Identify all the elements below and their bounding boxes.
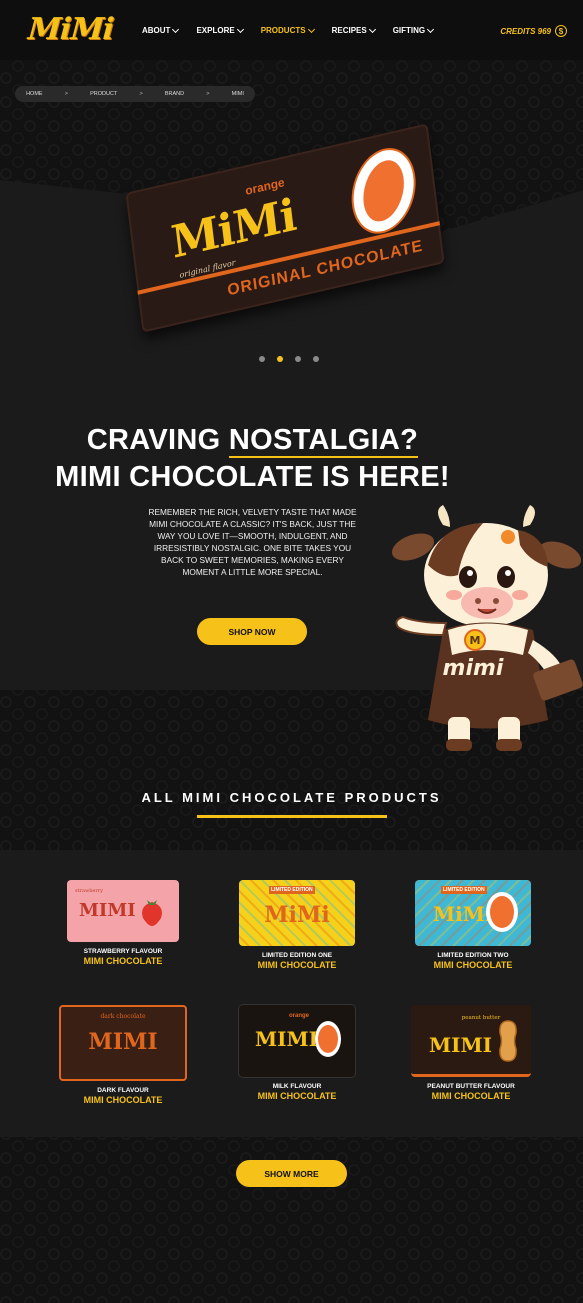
nav-item-label: RECIPES — [331, 26, 367, 35]
product-image: strawberry MIMI — [67, 880, 179, 942]
product-line1: LIMITED EDITION ONE — [261, 952, 333, 959]
product-image: orange MIMI — [239, 1005, 355, 1077]
product-image: dark chocolate MIMI — [59, 1005, 187, 1081]
product-line1: PEANUT BUTTER FLAVOUR — [427, 1083, 515, 1090]
peanut-icon — [499, 1020, 517, 1062]
pack-logo: MiMi — [264, 902, 330, 928]
pack-flavor: orange — [289, 1013, 310, 1019]
product-card[interactable]: LIMITED EDITION MiMi LIMITED EDITION TWO… — [408, 880, 538, 970]
product-grid: strawberry MIMI STRAWBERRY FLAVOUR MIMI … — [0, 850, 583, 1137]
site-header: MiMi ABOUT EXPLORE PRODUCTS RECIPES GIFT… — [0, 0, 583, 60]
product-name: MIMI CHOCOLATE — [431, 1091, 511, 1101]
breadcrumb-current: MIMI — [231, 91, 244, 97]
product-name: MIMI CHOCOLATE — [257, 960, 337, 970]
nav-item-products[interactable]: PRODUCTS — [260, 25, 315, 35]
product-card[interactable]: orange MIMI MILK FLAVOUR MIMI CHOCOLATE — [232, 1005, 362, 1101]
chevron-down-icon — [368, 25, 376, 33]
nav-item-label: GIFTING — [392, 26, 426, 35]
orange-segment-icon — [343, 144, 424, 238]
pack-flavor: strawberry — [75, 888, 103, 894]
product-image: LIMITED EDITION MiMi — [415, 880, 531, 946]
credits-label: CREDITS 969 — [500, 26, 551, 36]
credits-display[interactable]: CREDITS 969 $ — [500, 25, 567, 37]
pack-logo: MIMI — [88, 1029, 158, 1055]
carousel-dots — [259, 356, 319, 362]
chocolate-bar: orange MiMi original flavor ORIGINAL CHO… — [125, 123, 445, 333]
pack-flavor: LIMITED EDITION — [269, 886, 315, 894]
orange-segment-icon — [315, 1021, 341, 1057]
hero-headline: CRAVING NOSTALGIA? MIMI CHOCOLATE IS HER… — [0, 422, 505, 496]
nav-item-label: EXPLORE — [196, 26, 235, 35]
breadcrumb-brand[interactable]: BRAND — [165, 91, 184, 97]
chevron-down-icon — [307, 25, 315, 33]
product-name: MIMI CHOCOLATE — [83, 956, 163, 966]
product-line1: MILK FLAVOUR — [272, 1083, 322, 1090]
products-section-title: ALL MIMI CHOCOLATE PRODUCTS — [141, 790, 442, 805]
product-name: MIMI CHOCOLATE — [83, 1095, 163, 1105]
hero-product-image: orange MiMi original flavor ORIGINAL CHO… — [120, 123, 460, 348]
coin-icon: $ — [555, 25, 567, 37]
carousel-dot[interactable] — [313, 356, 319, 362]
product-card[interactable]: peanut butter MIMI PEANUT BUTTER FLAVOUR… — [406, 1005, 536, 1101]
product-card[interactable]: LIMITED EDITION MiMi LIMITED EDITION ONE… — [232, 880, 362, 970]
headline-line2: MIMI CHOCOLATE IS HERE! — [55, 461, 450, 493]
nav-item-label: PRODUCTS — [260, 26, 306, 35]
mascot-apron-text: mimi — [443, 656, 504, 681]
brand-logo[interactable]: MiMi — [27, 12, 115, 47]
pack-flavor: dark chocolate — [100, 1013, 146, 1020]
nav-item-recipes[interactable]: RECIPES — [331, 25, 376, 35]
carousel-dot[interactable] — [259, 356, 265, 362]
show-more-button[interactable]: SHOW MORE — [236, 1160, 347, 1187]
product-card[interactable]: dark chocolate MIMI DARK FLAVOUR MIMI CH… — [58, 1005, 188, 1105]
breadcrumb: HOME > PRODUCT > BRAND > MIMI — [15, 86, 255, 102]
chevron-down-icon — [236, 25, 244, 33]
nav-item-about[interactable]: ABOUT — [142, 25, 180, 35]
breadcrumb-separator: > — [206, 91, 210, 97]
product-image: LIMITED EDITION MiMi — [239, 880, 355, 946]
title-underline — [197, 815, 387, 818]
chevron-down-icon — [172, 25, 180, 33]
product-image: peanut butter MIMI — [411, 1005, 531, 1077]
product-name: MIMI CHOCOLATE — [433, 960, 513, 970]
product-line1: DARK FLAVOUR — [97, 1087, 149, 1094]
mascot-badge-text: M — [470, 634, 481, 647]
nav-item-explore[interactable]: EXPLORE — [196, 25, 244, 35]
hero-description: REMEMBER THE RICH, VELVETY TASTE THAT MA… — [148, 507, 357, 577]
product-line1: STRAWBERRY FLAVOUR — [83, 948, 163, 955]
orange-segment-icon — [486, 892, 518, 932]
strawberry-icon — [142, 900, 162, 926]
chevron-down-icon — [427, 25, 435, 33]
main-nav: ABOUT EXPLORE PRODUCTS RECIPES GIFTING — [142, 25, 451, 35]
pack-flavor: peanut butter — [461, 1015, 501, 1021]
headline-part: CRAVING — [86, 424, 229, 456]
product-card[interactable]: strawberry MIMI STRAWBERRY FLAVOUR MIMI … — [58, 880, 188, 966]
pack-flavor: LIMITED EDITION — [441, 886, 487, 894]
carousel-dot-active[interactable] — [277, 356, 283, 362]
shop-now-button[interactable]: SHOP NOW — [197, 618, 307, 645]
breadcrumb-home[interactable]: HOME — [26, 91, 43, 97]
headline-highlight: NOSTALGIA? — [228, 424, 419, 458]
carousel-dot[interactable] — [295, 356, 301, 362]
breadcrumb-product[interactable]: PRODUCT — [90, 91, 117, 97]
product-line1: LIMITED EDITION TWO — [437, 952, 509, 959]
nav-item-gifting[interactable]: GIFTING — [392, 25, 435, 35]
nav-item-label: ABOUT — [142, 26, 171, 35]
breadcrumb-separator: > — [139, 91, 143, 97]
product-name: MIMI CHOCOLATE — [257, 1091, 337, 1101]
cow-mascot: M mimi — [391, 505, 583, 751]
breadcrumb-separator: > — [64, 91, 68, 97]
